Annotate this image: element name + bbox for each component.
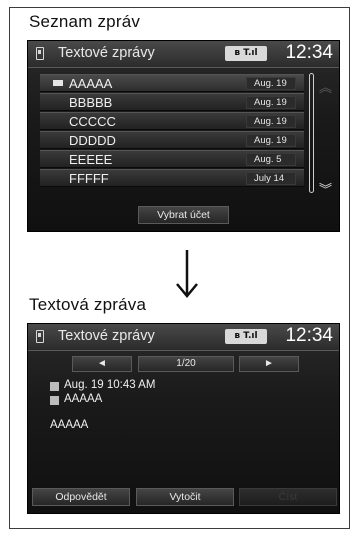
message-body: AAAAA xyxy=(50,419,89,431)
message-date: Aug. 19 xyxy=(246,96,296,109)
message-date: July 14 xyxy=(246,172,296,185)
bluetooth-signal-indicator: ʙ T.ıl xyxy=(225,46,267,61)
message-row[interactable]: CCCCC Aug. 19 xyxy=(40,112,304,130)
message-row[interactable]: BBBBB Aug. 19 xyxy=(40,93,304,111)
message-date: Aug. 19 xyxy=(246,77,296,90)
message-sender: DDDDD xyxy=(69,133,116,148)
message-sender: AAAAA xyxy=(69,76,113,91)
scrollbar[interactable] xyxy=(309,73,314,193)
phone-icon xyxy=(36,47,44,60)
message-row[interactable]: EEEEE Aug. 5 xyxy=(40,150,304,168)
message-sender: AAAAA xyxy=(64,393,103,405)
contact-icon xyxy=(50,396,59,405)
clock-icon xyxy=(50,382,59,391)
bluetooth-signal-indicator: ʙ T.ıl xyxy=(225,329,267,344)
read-button[interactable]: Číst xyxy=(239,488,337,506)
select-account-button[interactable]: Vybrat účet xyxy=(138,206,229,224)
message-row[interactable]: FFFFF July 14 xyxy=(40,169,304,187)
clock: 12:34 xyxy=(285,42,333,63)
message-row[interactable]: AAAAA Aug. 19 xyxy=(40,74,304,92)
message-sender: BBBBB xyxy=(69,95,113,110)
chevron-double-down-icon[interactable]: ︾ xyxy=(319,179,332,198)
call-button[interactable]: Vytočit xyxy=(136,488,234,506)
status-title: Textové zprávy xyxy=(58,328,155,344)
message-detail-screen: Textové zprávy ʙ T.ıl 12:34 ◄ 1/20 ► Aug… xyxy=(27,323,340,514)
message-list-screen: Textové zprávy ʙ T.ıl 12:34 AAAAA Aug. 1… xyxy=(27,40,340,232)
message-date: Aug. 19 xyxy=(246,134,296,147)
previous-message-button[interactable]: ◄ xyxy=(72,356,132,372)
phone-icon xyxy=(36,330,44,343)
list-caption: Seznam zpráv xyxy=(29,12,141,31)
message-datetime: Aug. 19 10:43 AM xyxy=(64,379,156,391)
message-sender: EEEEE xyxy=(69,152,113,167)
message-date: Aug. 19 xyxy=(246,115,296,128)
page-counter: 1/20 xyxy=(138,356,234,372)
message-date: Aug. 5 xyxy=(246,153,296,166)
detail-caption: Textová zpráva xyxy=(29,295,147,314)
message-sender: CCCCC xyxy=(69,114,116,129)
message-sender: FFFFF xyxy=(69,171,109,186)
status-bar: Textové zprávy ʙ T.ıl 12:34 xyxy=(28,41,339,68)
reply-button[interactable]: Odpovědět xyxy=(32,488,130,506)
next-message-button[interactable]: ► xyxy=(239,356,299,372)
status-title: Textové zprávy xyxy=(58,45,155,61)
envelope-icon xyxy=(53,80,63,86)
clock: 12:34 xyxy=(285,325,333,346)
status-bar: Textové zprávy ʙ T.ıl 12:34 xyxy=(28,324,339,351)
chevron-double-up-icon[interactable]: ︽ xyxy=(319,77,332,96)
arrow-down-icon xyxy=(176,250,198,298)
message-row[interactable]: DDDDD Aug. 19 xyxy=(40,131,304,149)
